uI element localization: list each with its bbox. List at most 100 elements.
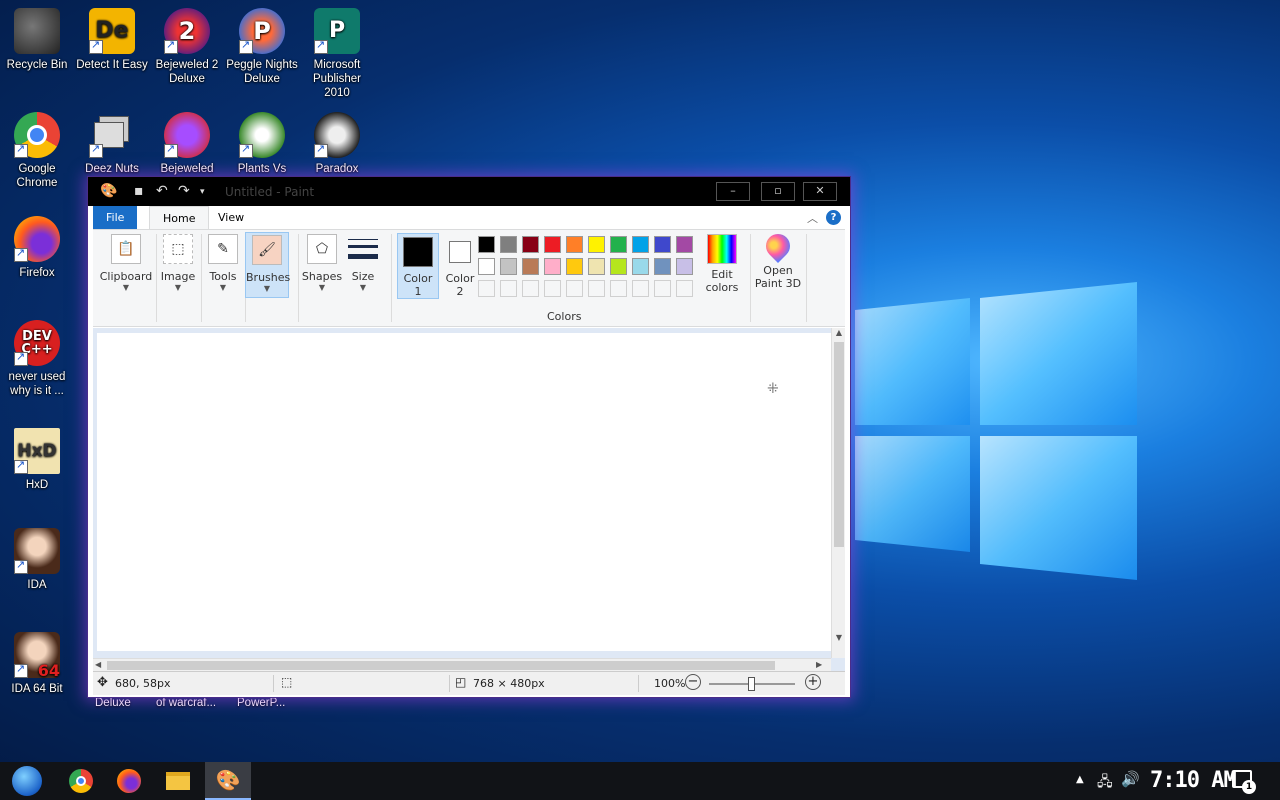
undo-icon[interactable]: ↶	[156, 183, 168, 199]
palette-swatch-empty[interactable]	[654, 280, 671, 297]
palette-swatch[interactable]	[478, 258, 495, 275]
desktop-icon-detect-it-easy[interactable]: De Detect It Easy	[74, 8, 150, 72]
zoom-in-button[interactable]: +	[805, 674, 821, 690]
vertical-scroll-thumb[interactable]	[834, 342, 844, 547]
zoom-slider-thumb[interactable]	[748, 677, 755, 691]
desktop-icon-plants-vs[interactable]: Plants Vs	[224, 112, 300, 176]
close-button[interactable]: ✕	[803, 182, 837, 201]
palette-swatch[interactable]	[566, 258, 583, 275]
pencil-tools-icon: ✎	[208, 234, 238, 264]
windows-logo-wallpaper	[855, 282, 1137, 580]
desktop-icon-google-chrome[interactable]: Google Chrome	[0, 112, 75, 190]
shapes-group[interactable]: ⬠ Shapes ▼	[301, 234, 343, 292]
palette-swatch[interactable]	[610, 236, 627, 253]
taskbar-file-explorer[interactable]	[155, 762, 201, 800]
recycle-bin-icon	[14, 8, 60, 54]
scroll-up-icon[interactable]: ▲	[833, 328, 845, 341]
palette-swatch-empty[interactable]	[676, 280, 693, 297]
taskbar-firefox[interactable]	[106, 762, 152, 800]
palette-swatch[interactable]	[588, 236, 605, 253]
palette-swatch[interactable]	[478, 236, 495, 253]
palette-swatch-empty[interactable]	[632, 280, 649, 297]
desktop-icon-paradox[interactable]: Paradox	[299, 112, 375, 176]
vertical-scrollbar[interactable]: ▲ ▼	[831, 328, 845, 658]
scroll-down-icon[interactable]: ▼	[833, 633, 845, 646]
palette-swatch[interactable]	[632, 258, 649, 275]
start-button[interactable]	[4, 762, 50, 800]
size-button[interactable]: Size ▼	[345, 234, 381, 292]
desktop-icon-ida64[interactable]: 64 IDA 64 Bit	[0, 632, 75, 696]
desktop-icon-devcpp[interactable]: DEVC++ never used why is it ...	[0, 320, 75, 398]
drawing-canvas[interactable]: ⁜	[97, 333, 831, 651]
customize-quick-access-icon[interactable]: ▾	[200, 187, 205, 197]
network-icon[interactable]: 🖧	[1097, 771, 1113, 795]
palette-swatch[interactable]	[588, 258, 605, 275]
palette-swatch-empty[interactable]	[500, 280, 517, 297]
paint-app-icon[interactable]: 🎨	[100, 183, 117, 199]
palette-swatch-empty[interactable]	[544, 280, 561, 297]
color1-button[interactable]: Color 1	[397, 233, 439, 299]
color2-button[interactable]: Color 2	[441, 233, 479, 298]
window-stack-icon	[89, 112, 135, 158]
desktop-icon-ms-publisher[interactable]: P Microsoft Publisher 2010	[299, 8, 375, 100]
scroll-left-icon[interactable]: ◀	[95, 660, 101, 669]
chevron-down-icon: ▼	[219, 283, 227, 292]
tab-home[interactable]: Home	[149, 206, 210, 229]
palette-swatch-empty[interactable]	[566, 280, 583, 297]
maximize-button[interactable]: ▫	[761, 182, 795, 201]
tab-file[interactable]: File	[93, 206, 138, 229]
desktop-icon-recycle-bin[interactable]: Recycle Bin	[0, 8, 75, 72]
desktop-icon-firefox[interactable]: Firefox	[0, 216, 75, 280]
redo-icon[interactable]: ↷	[178, 183, 190, 199]
horizontal-scrollbar[interactable]: ◀ ▶	[93, 658, 831, 672]
help-icon[interactable]: ?	[826, 210, 841, 225]
palette-swatch[interactable]	[544, 258, 561, 275]
desktop-icon-bejeweled[interactable]: Bejeweled	[149, 112, 225, 176]
hxd-icon: HxD	[14, 428, 60, 474]
taskbar-paint[interactable]: 🎨	[205, 762, 251, 800]
taskbar-clock[interactable]: 7:10 AM	[1150, 768, 1237, 793]
color1-swatch	[403, 237, 433, 267]
palette-swatch-empty[interactable]	[522, 280, 539, 297]
image-group[interactable]: ⬚ Image ▼	[157, 234, 199, 292]
palette-swatch-empty[interactable]	[478, 280, 495, 297]
canvas-size-icon: ◰	[455, 675, 467, 689]
scroll-right-icon[interactable]: ▶	[816, 660, 822, 669]
show-hidden-icons-icon[interactable]: ▲	[1076, 774, 1084, 785]
taskbar-chrome[interactable]	[58, 762, 104, 800]
palette-swatch[interactable]	[632, 236, 649, 253]
palette-swatch[interactable]	[676, 236, 693, 253]
zoom-out-button[interactable]: −	[685, 674, 701, 690]
palette-swatch[interactable]	[654, 258, 671, 275]
desktop-icon-ida[interactable]: IDA	[0, 528, 75, 592]
palette-swatch-empty[interactable]	[588, 280, 605, 297]
palette-swatch[interactable]	[544, 236, 561, 253]
palette-swatch[interactable]	[500, 258, 517, 275]
tab-view[interactable]: View	[205, 206, 257, 229]
volume-icon[interactable]: 🔊	[1121, 770, 1140, 788]
chevron-down-icon: ▼	[122, 283, 130, 292]
palette-swatch[interactable]	[522, 258, 539, 275]
minimize-button[interactable]: –	[716, 182, 750, 201]
palette-swatch[interactable]	[654, 236, 671, 253]
clipboard-group[interactable]: 📋 Clipboard ▼	[99, 234, 153, 292]
palette-swatch[interactable]	[676, 258, 693, 275]
palette-swatch[interactable]	[500, 236, 517, 253]
save-icon[interactable]: ▪	[134, 183, 144, 199]
tools-group[interactable]: ✎ Tools ▼	[202, 234, 244, 292]
brush-icon: 🖌	[252, 235, 282, 265]
taskbar: 🎨 ▲ 🖧 🔊 7:10 AM 1	[0, 762, 1280, 800]
minimize-ribbon-icon[interactable]: ︿	[807, 210, 818, 226]
palette-swatch[interactable]	[566, 236, 583, 253]
edit-colors-button[interactable]: Edit colors	[701, 234, 743, 294]
brushes-button[interactable]: 🖌 Brushes ▼	[245, 232, 290, 298]
palette-swatch-empty[interactable]	[610, 280, 627, 297]
palette-swatch[interactable]	[610, 258, 627, 275]
horizontal-scroll-thumb[interactable]	[107, 661, 775, 670]
open-paint3d-button[interactable]: Open Paint 3D	[753, 229, 803, 290]
title-bar[interactable]: 🎨 ▪ ↶ ↷ ▾ Untitled - Paint – ▫ ✕	[88, 177, 850, 206]
desktop-icon-peggle-nights[interactable]: P Peggle Nights Deluxe	[224, 8, 300, 86]
desktop-icon-hxd[interactable]: HxD HxD	[0, 428, 75, 492]
palette-swatch[interactable]	[522, 236, 539, 253]
desktop-icon-bejeweled-2[interactable]: 2 Bejeweled 2 Deluxe	[149, 8, 225, 86]
